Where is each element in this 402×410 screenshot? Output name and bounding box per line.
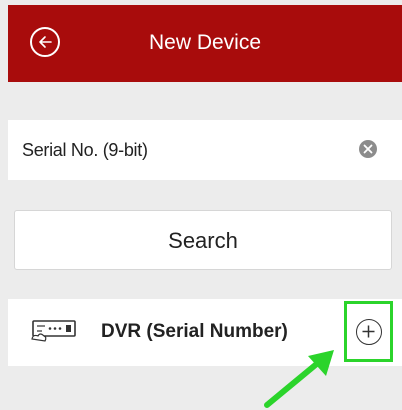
- add-device-button[interactable]: [344, 301, 393, 362]
- search-button[interactable]: Search: [14, 210, 392, 270]
- dvr-icon: [31, 320, 76, 342]
- page-title: New Device: [148, 31, 262, 54]
- serial-number-row: [8, 120, 402, 180]
- device-type-row[interactable]: DVR (Serial Number): [8, 299, 402, 366]
- spacer: [8, 82, 402, 120]
- header-bar: New Device: [8, 5, 402, 82]
- device-type-label: DVR (Serial Number): [101, 321, 288, 342]
- pointer-arrow-icon: [264, 350, 334, 408]
- clear-icon[interactable]: [359, 140, 377, 158]
- plus-circle-icon: [356, 319, 382, 345]
- serial-number-input[interactable]: [22, 130, 322, 170]
